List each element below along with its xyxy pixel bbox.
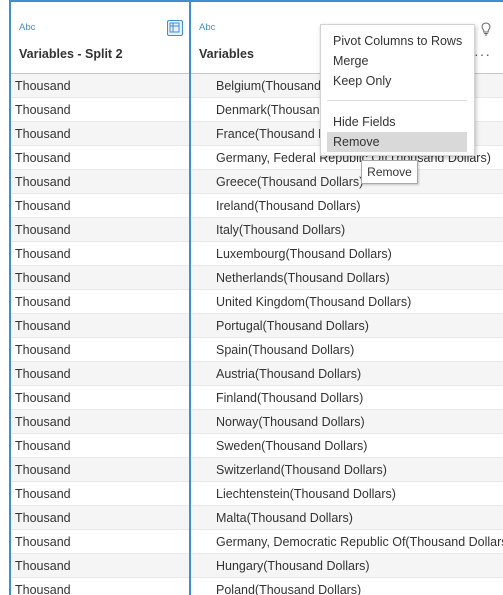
table-cell[interactable]: Thousand xyxy=(11,122,189,146)
table-cell[interactable]: Thousand xyxy=(11,482,189,506)
menu-divider xyxy=(327,100,467,101)
table-cell[interactable]: Thousand xyxy=(11,410,189,434)
table-cell[interactable]: Thousand xyxy=(11,314,189,338)
lightbulb-icon[interactable] xyxy=(481,22,491,39)
menu-item-hide-fields[interactable]: Hide Fields xyxy=(327,112,467,132)
table-cell[interactable]: Thousand xyxy=(11,146,189,170)
table-cell[interactable]: Thousand xyxy=(11,458,189,482)
table-cell[interactable]: Switzerland(Thousand Dollars) xyxy=(191,458,503,482)
menu-item-merge[interactable]: Merge xyxy=(327,51,467,71)
table-cell[interactable]: Spain(Thousand Dollars) xyxy=(191,338,503,362)
table-cell[interactable]: Austria(Thousand Dollars) xyxy=(191,362,503,386)
table-cell[interactable]: Thousand xyxy=(11,362,189,386)
table-cell[interactable]: Thousand xyxy=(11,218,189,242)
column-header[interactable]: Abc Variables - Split 2 xyxy=(11,2,189,74)
tooltip: Remove xyxy=(361,160,418,184)
table-cell[interactable]: Thousand xyxy=(11,98,189,122)
table-cell[interactable]: Thousand xyxy=(11,434,189,458)
column-title: Variables xyxy=(199,47,254,61)
table-cell[interactable]: Netherlands(Thousand Dollars) xyxy=(191,266,503,290)
table-cell[interactable]: Thousand xyxy=(11,170,189,194)
table-cell[interactable]: Hungary(Thousand Dollars) xyxy=(191,554,503,578)
menu-item-remove[interactable]: Remove xyxy=(327,132,467,152)
table-cell[interactable]: Thousand xyxy=(11,290,189,314)
table-cell[interactable]: Thousand xyxy=(11,338,189,362)
table-cell[interactable]: Ireland(Thousand Dollars) xyxy=(191,194,503,218)
table-cell[interactable]: Thousand xyxy=(11,530,189,554)
table-cell[interactable]: Luxembourg(Thousand Dollars) xyxy=(191,242,503,266)
data-type-tag[interactable]: Abc xyxy=(19,22,35,33)
menu-item-keep-only[interactable]: Keep Only xyxy=(327,71,467,91)
table-cell[interactable]: Portugal(Thousand Dollars) xyxy=(191,314,503,338)
table-cell[interactable]: Liechtenstein(Thousand Dollars) xyxy=(191,482,503,506)
table-cell[interactable]: Italy(Thousand Dollars) xyxy=(191,218,503,242)
table-cell[interactable]: Thousand xyxy=(11,266,189,290)
table-cell[interactable]: Norway(Thousand Dollars) xyxy=(191,410,503,434)
table-cell[interactable]: Thousand xyxy=(11,242,189,266)
table-cell[interactable]: Thousand xyxy=(11,386,189,410)
pivot-table-icon[interactable] xyxy=(167,20,183,36)
table-cell[interactable]: Finland(Thousand Dollars) xyxy=(191,386,503,410)
column-title: Variables - Split 2 xyxy=(19,47,123,61)
table-cell[interactable]: United Kingdom(Thousand Dollars) xyxy=(191,290,503,314)
table-cell[interactable]: Thousand xyxy=(11,506,189,530)
table-cell[interactable]: Sweden(Thousand Dollars) xyxy=(191,434,503,458)
column-context-menu: Pivot Columns to Rows Merge Keep Only Hi… xyxy=(320,24,475,156)
table-cell[interactable]: Poland(Thousand Dollars) xyxy=(191,578,503,595)
table-cell[interactable]: Thousand xyxy=(11,554,189,578)
column-values: Thousand Thousand Thousand Thousand Thou… xyxy=(11,74,189,595)
menu-item-pivot-columns-to-rows[interactable]: Pivot Columns to Rows xyxy=(327,31,467,51)
table-cell[interactable]: Thousand xyxy=(11,578,189,595)
table-cell[interactable]: Malta(Thousand Dollars) xyxy=(191,506,503,530)
table-cell[interactable]: Thousand xyxy=(11,74,189,98)
more-options-icon[interactable]: ··· xyxy=(474,46,491,62)
table-cell[interactable]: Germany, Democratic Republic Of(Thousand… xyxy=(191,530,503,554)
data-type-tag[interactable]: Abc xyxy=(199,22,215,33)
column-variables-split-2[interactable]: Abc Variables - Split 2 Thousand Thousan… xyxy=(9,0,191,595)
table-cell[interactable]: Thousand xyxy=(11,194,189,218)
table-cell[interactable]: Greece(Thousand Dollars) xyxy=(191,170,503,194)
